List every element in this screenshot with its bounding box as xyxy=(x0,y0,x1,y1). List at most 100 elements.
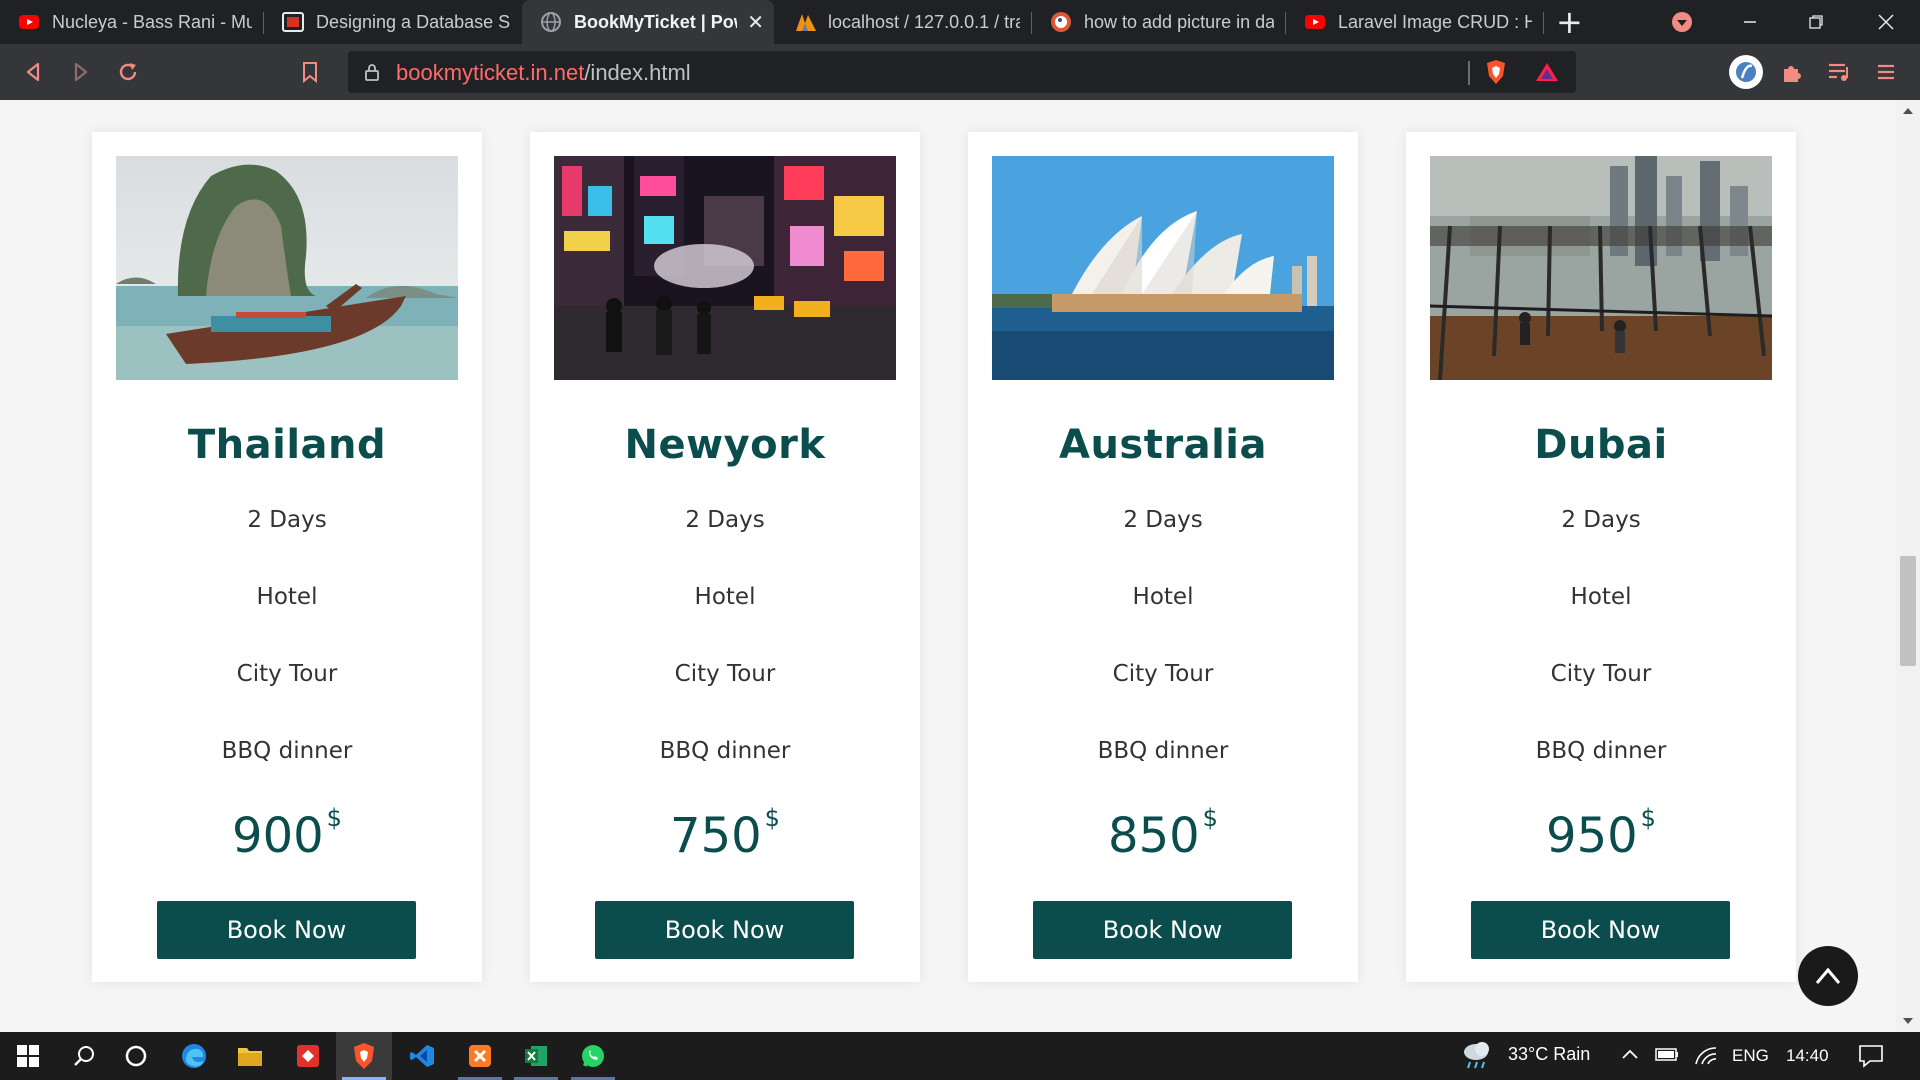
close-tab-icon[interactable]: ✕ xyxy=(747,10,764,35)
price-value: 850 xyxy=(1108,808,1200,864)
destination-title: Thailand xyxy=(187,422,387,468)
scroll-to-top-button[interactable] xyxy=(1798,946,1858,1006)
tab-duckduckgo-search[interactable]: how to add picture in da xyxy=(1032,0,1284,44)
battery-icon[interactable] xyxy=(1654,1044,1680,1068)
url-host: bookmyticket.in.net xyxy=(396,60,585,85)
currency-symbol: $ xyxy=(764,804,780,832)
weather-text[interactable]: 33°C Rain xyxy=(1508,1044,1590,1065)
scroll-down-arrow-icon[interactable] xyxy=(1903,1018,1913,1024)
back-icon[interactable] xyxy=(20,58,48,86)
tab-separator xyxy=(1543,12,1544,34)
newyork-image xyxy=(554,156,896,380)
search-icon[interactable] xyxy=(56,1032,112,1080)
book-now-button[interactable]: Book Now xyxy=(1471,901,1730,959)
menu-icon[interactable] xyxy=(1872,58,1900,86)
feature-dinner: BBQ dinner xyxy=(1535,738,1667,764)
edge-icon[interactable] xyxy=(166,1032,222,1080)
australia-image xyxy=(992,156,1334,380)
tab-bookmyticket[interactable]: BookMyTicket | Powe ✕ xyxy=(522,0,774,44)
notification-center-icon[interactable] xyxy=(1858,1044,1884,1072)
windows-taskbar: 33°C Rain ENG 14:40 xyxy=(0,1032,1920,1080)
globe-icon xyxy=(540,11,562,33)
profile-avatar-icon[interactable] xyxy=(1728,54,1764,90)
youtube-icon xyxy=(18,11,40,33)
extensions-icon[interactable] xyxy=(1778,58,1806,86)
url-divider xyxy=(1468,61,1470,85)
url-path: /index.html xyxy=(584,60,691,85)
phpmyadmin-icon xyxy=(794,11,816,33)
price-value: 750 xyxy=(670,808,762,864)
chevron-up-icon xyxy=(1815,967,1841,984)
book-now-button[interactable]: Book Now xyxy=(595,901,854,959)
feature-dinner: BBQ dinner xyxy=(659,738,791,764)
minimize-icon[interactable] xyxy=(1722,0,1778,44)
show-hidden-icons-icon[interactable] xyxy=(1621,1046,1639,1065)
page-viewport: Thailand 2 Days Hotel City Tour BBQ dinn… xyxy=(0,100,1896,1032)
browser-toolbar: bookmyticket.in.net/index.html xyxy=(0,44,1920,100)
package-price: 900 $ xyxy=(92,804,482,864)
vscode-icon[interactable] xyxy=(394,1032,450,1080)
file-explorer-icon[interactable] xyxy=(222,1032,278,1080)
package-price: 850 $ xyxy=(968,804,1358,864)
dubai-image xyxy=(1430,156,1772,380)
destination-title: Newyork xyxy=(624,422,826,468)
scrollbar-thumb[interactable] xyxy=(1900,556,1916,666)
weather-rain-icon[interactable] xyxy=(1460,1040,1494,1074)
url-text[interactable]: bookmyticket.in.net/index.html xyxy=(396,60,691,86)
close-window-icon[interactable] xyxy=(1858,0,1914,44)
brave-browser-icon[interactable] xyxy=(336,1032,392,1080)
brave-shields-icon[interactable] xyxy=(1484,59,1508,89)
slides-icon xyxy=(282,11,304,33)
bookmark-icon[interactable] xyxy=(296,58,324,86)
feature-duration: 2 Days xyxy=(1123,507,1203,533)
package-card-dubai: Dubai 2 Days Hotel City Tour BBQ dinner … xyxy=(1406,132,1796,982)
feature-dinner: BBQ dinner xyxy=(221,738,353,764)
tab-designing-database[interactable]: Designing a Database Sy xyxy=(264,0,520,44)
anydesk-icon[interactable] xyxy=(280,1032,336,1080)
brave-rewards-icon[interactable] xyxy=(1534,61,1560,87)
book-now-button[interactable]: Book Now xyxy=(157,901,416,959)
package-price: 950 $ xyxy=(1406,804,1796,864)
feature-city-tour: City Tour xyxy=(236,661,338,687)
package-card-australia: Australia 2 Days Hotel City Tour BBQ din… xyxy=(968,132,1358,982)
whatsapp-icon[interactable] xyxy=(565,1032,621,1080)
feature-dinner: BBQ dinner xyxy=(1097,738,1229,764)
feature-duration: 2 Days xyxy=(685,507,765,533)
thailand-image xyxy=(116,156,458,380)
xampp-icon[interactable] xyxy=(452,1032,508,1080)
language-indicator[interactable]: ENG xyxy=(1732,1046,1769,1066)
windows-start-icon[interactable] xyxy=(0,1032,56,1080)
tab-laravel-crud[interactable]: Laravel Image CRUD : Ho xyxy=(1286,0,1542,44)
scroll-up-arrow-icon[interactable] xyxy=(1903,108,1913,114)
feature-hotel: Hotel xyxy=(694,584,756,610)
tab-nucleya[interactable]: Nucleya - Bass Rani - Mu xyxy=(0,0,262,44)
lock-icon[interactable] xyxy=(364,63,380,85)
feature-duration: 2 Days xyxy=(247,507,327,533)
feature-hotel: Hotel xyxy=(1570,584,1632,610)
book-now-button[interactable]: Book Now xyxy=(1033,901,1292,959)
package-price: 750 $ xyxy=(530,804,920,864)
tab-label: BookMyTicket | Powe xyxy=(574,11,737,32)
tab-label: Laravel Image CRUD : Ho xyxy=(1338,11,1532,32)
restore-icon[interactable] xyxy=(1788,0,1844,44)
media-playlist-icon[interactable] xyxy=(1825,58,1853,86)
destination-title: Dubai xyxy=(1534,422,1668,468)
feature-hotel: Hotel xyxy=(256,584,318,610)
tab-phpmyadmin[interactable]: localhost / 127.0.0.1 / tra xyxy=(776,0,1030,44)
forward-icon[interactable] xyxy=(66,58,94,86)
new-tab-button[interactable]: + xyxy=(1556,4,1583,40)
page-scrollbar[interactable] xyxy=(1896,100,1920,1032)
clock-time[interactable]: 14:40 xyxy=(1786,1046,1829,1066)
price-value: 900 xyxy=(232,808,324,864)
currency-symbol: $ xyxy=(326,804,342,832)
wifi-icon[interactable] xyxy=(1694,1044,1718,1070)
youtube-icon xyxy=(1304,11,1326,33)
address-bar[interactable]: bookmyticket.in.net/index.html xyxy=(348,51,1576,93)
browser-tab-bar: Nucleya - Bass Rani - Mu Designing a Dat… xyxy=(0,0,1920,44)
reload-icon[interactable] xyxy=(114,58,142,86)
tab-label: localhost / 127.0.0.1 / tra xyxy=(828,11,1020,32)
excel-icon[interactable] xyxy=(508,1032,564,1080)
tab-search-icon[interactable] xyxy=(1654,0,1710,44)
feature-city-tour: City Tour xyxy=(674,661,776,687)
cortana-icon[interactable] xyxy=(108,1032,164,1080)
